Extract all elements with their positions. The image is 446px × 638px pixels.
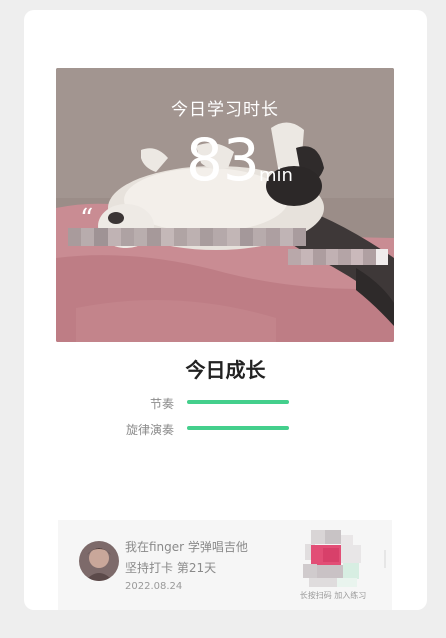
metric-melody-fill bbox=[187, 426, 289, 430]
pixelated-quote-text bbox=[68, 228, 306, 246]
share-footer: 我在finger 学弹唱吉他 坚持打卡 第21天 2022.08.24 长按扫码… bbox=[58, 520, 392, 610]
share-card: 今日学习时长 83 min “ 今日成长 节奏 旋律演奏 我在finger 学弹… bbox=[24, 10, 427, 610]
avatar-photo bbox=[79, 541, 119, 581]
pixelated-quote-author bbox=[288, 249, 388, 265]
qr-caption: 长按扫码 加入练习 bbox=[299, 591, 367, 600]
metric-rhythm-bar bbox=[187, 400, 289, 404]
today-growth-title: 今日成长 bbox=[185, 358, 266, 382]
share-app-text: 我在finger 学弹唱吉他 bbox=[125, 540, 248, 554]
avatar bbox=[79, 541, 119, 581]
metric-melody-label: 旋律演奏 bbox=[125, 423, 174, 437]
metric-melody-bar bbox=[187, 426, 289, 430]
metric-rhythm-label: 节奏 bbox=[149, 397, 174, 411]
cat-photo: 今日学习时长 83 min “ bbox=[56, 68, 394, 342]
qr-code-icon[interactable] bbox=[303, 530, 361, 587]
study-minutes-value: 83 bbox=[186, 126, 260, 194]
study-minutes-unit: min bbox=[259, 165, 293, 186]
checkin-date: 2022.08.24 bbox=[125, 581, 183, 592]
checkin-days-text: 坚持打卡 第21天 bbox=[125, 561, 217, 575]
today-study-duration-label: 今日学习时长 bbox=[171, 100, 279, 120]
divider bbox=[384, 550, 386, 568]
metric-rhythm-fill bbox=[187, 400, 289, 404]
